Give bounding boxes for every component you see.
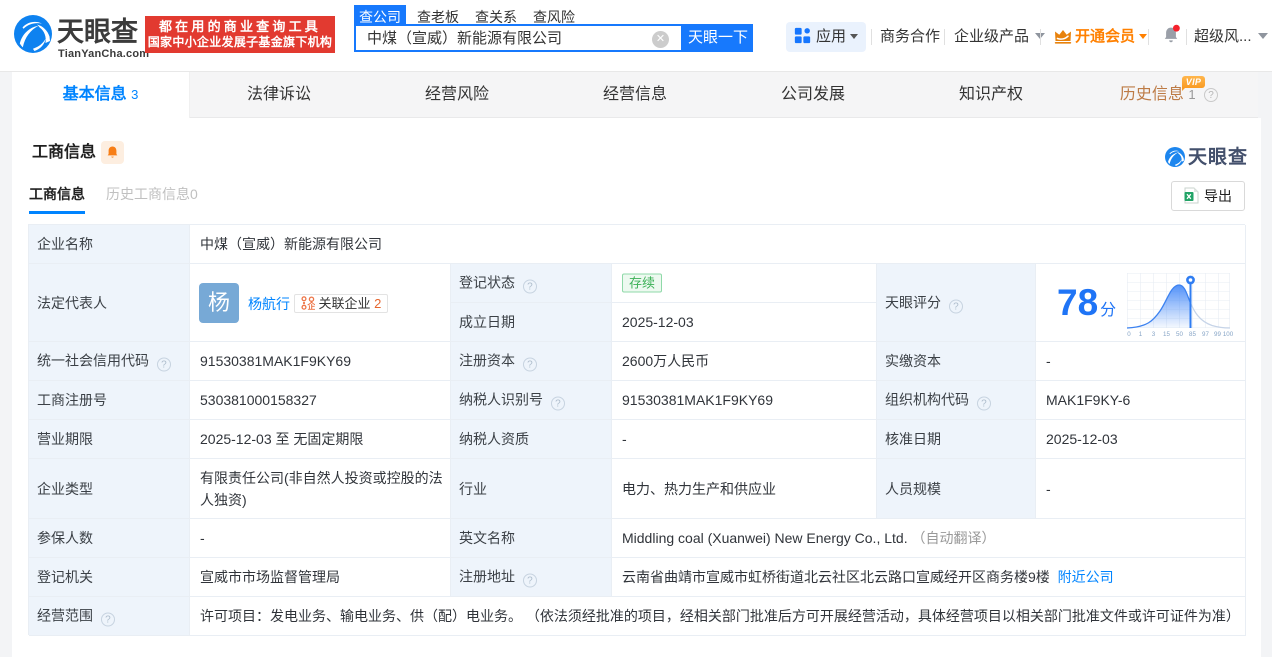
svg-text:15: 15 [1163,331,1170,337]
svg-text:97: 97 [1202,331,1209,337]
svg-text:99: 99 [1214,331,1221,337]
svg-text:1: 1 [1139,331,1143,337]
svg-text:0: 0 [1127,331,1131,337]
svg-text:100: 100 [1223,331,1233,337]
svg-text:3: 3 [1152,331,1156,337]
svg-text:50: 50 [1176,331,1183,337]
svg-text:85: 85 [1189,331,1196,337]
svg-text:企: 企 [306,301,315,310]
